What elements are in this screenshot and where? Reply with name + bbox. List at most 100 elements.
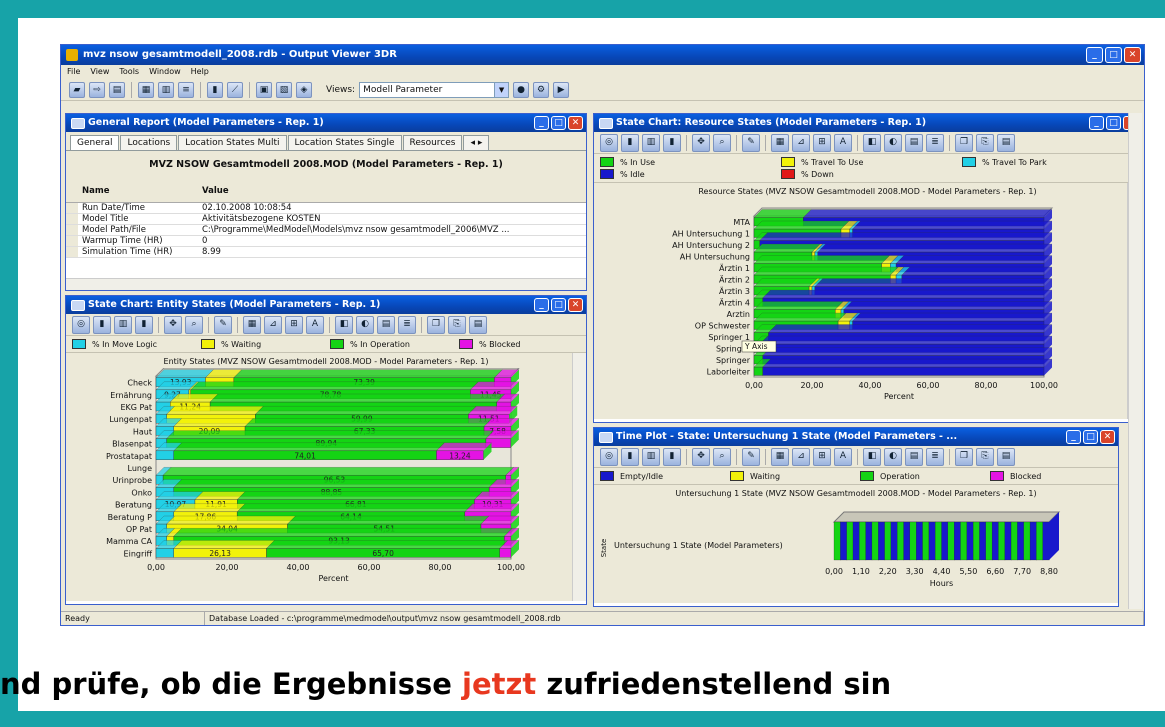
3d-icon[interactable]: ◧	[863, 447, 881, 466]
menu-help[interactable]: Help	[191, 65, 209, 79]
minimize-button[interactable]: _	[1066, 430, 1081, 444]
resource-states-title-bar[interactable]: State Chart: Resource States (Model Para…	[594, 114, 1141, 132]
text-icon[interactable]: A	[834, 133, 852, 152]
export-icon[interactable]: ⎘	[976, 133, 994, 152]
views-select[interactable]: Modell Parameter ▼	[359, 81, 510, 98]
import-icon[interactable]: ⇨	[89, 81, 105, 98]
horizontal-scrollbar[interactable]	[66, 278, 586, 290]
time-plot-title-bar[interactable]: Time Plot - State: Untersuchung 1 State …	[594, 428, 1118, 446]
report-icon[interactable]: ▧	[276, 81, 292, 98]
binoculars-icon[interactable]: ◎	[72, 315, 90, 334]
colors-icon[interactable]: ▮	[621, 447, 639, 466]
maximize-button[interactable]: □	[551, 116, 566, 130]
series-icon[interactable]: ≣	[926, 447, 944, 466]
close-button[interactable]: ✕	[1124, 47, 1141, 63]
menu-tools[interactable]: Tools	[119, 65, 139, 79]
bars-icon[interactable]: ▮	[663, 447, 681, 466]
line-chart-icon[interactable]: ⟋	[227, 81, 243, 98]
entity-states-chart[interactable]: 13,9373,39Check9,2778,7811,45Ernährung11…	[66, 367, 571, 596]
colors-icon[interactable]: ▮	[93, 315, 111, 334]
data-table-icon[interactable]: ▦	[771, 133, 789, 152]
list-icon[interactable]: ≡	[178, 81, 194, 98]
data-table-icon[interactable]: ▦	[771, 447, 789, 466]
zoom-icon[interactable]: ⌕	[185, 315, 203, 334]
maximize-button[interactable]: □	[1105, 47, 1122, 63]
axis-icon[interactable]: ⊿	[792, 447, 810, 466]
paint-icon[interactable]: ✎	[742, 133, 760, 152]
general-report-title-bar[interactable]: General Report (Model Parameters - Rep. …	[66, 114, 586, 132]
table-row[interactable]: Run Date/Time 02.10.2008 10:08:54	[66, 202, 586, 214]
binoculars-icon[interactable]: ◎	[600, 133, 618, 152]
table-row[interactable]: Model Title Aktivitätsbezogene KOSTEN	[66, 213, 586, 225]
menu-window[interactable]: Window	[149, 65, 181, 79]
tab-general[interactable]: General	[70, 135, 120, 150]
copy-icon[interactable]: ❐	[427, 315, 445, 334]
tab-location-states-single[interactable]: Location States Single	[287, 135, 402, 150]
maximize-button[interactable]: □	[1083, 430, 1098, 444]
minimize-button[interactable]: _	[1089, 116, 1104, 130]
vertical-scrollbar[interactable]	[572, 353, 586, 601]
3d-icon[interactable]: ◧	[863, 133, 881, 152]
chevron-down-icon[interactable]: ▼	[494, 82, 509, 97]
zoom-icon[interactable]: ⌕	[713, 447, 731, 466]
paint-icon[interactable]: ✎	[214, 315, 232, 334]
data-table-icon[interactable]: ▦	[243, 315, 261, 334]
table-row[interactable]: Model Path/File C:\Programme\MedModel\Mod…	[66, 224, 586, 236]
print-icon[interactable]: ▤	[997, 447, 1015, 466]
series-icon[interactable]: ≣	[398, 315, 416, 334]
move-icon[interactable]: ✥	[692, 133, 710, 152]
grid-icon[interactable]: ▣	[256, 81, 272, 98]
bars-icon[interactable]: ▮	[663, 133, 681, 152]
bars-icon[interactable]: ▮	[135, 315, 153, 334]
settings-icon[interactable]: ⚙	[533, 81, 550, 98]
print-icon[interactable]: ▤	[997, 133, 1015, 152]
legend-icon[interactable]: ▤	[905, 133, 923, 152]
table-row[interactable]: Simulation Time (HR) 8.99	[66, 246, 586, 258]
export-icon[interactable]: ⎘	[448, 315, 466, 334]
legend-icon[interactable]: ▤	[377, 315, 395, 334]
entity-states-title-bar[interactable]: State Chart: Entity States (Model Parame…	[66, 296, 586, 314]
copy-icon[interactable]: ❐	[955, 133, 973, 152]
export-icon[interactable]: ⎘	[976, 447, 994, 466]
menu-file[interactable]: File	[67, 65, 80, 79]
close-button[interactable]: ✕	[568, 298, 583, 312]
menu-view[interactable]: View	[90, 65, 109, 79]
table-icon[interactable]: ▦	[138, 81, 154, 98]
text-icon[interactable]: A	[834, 447, 852, 466]
open-folder-icon[interactable]: ▰	[69, 81, 85, 98]
axis-icon[interactable]: ⊿	[264, 315, 282, 334]
column-chart-icon[interactable]: ▮	[207, 81, 223, 98]
scale-icon[interactable]: ⊞	[813, 447, 831, 466]
edit-chart-icon[interactable]: ▥	[642, 447, 660, 466]
eraser-icon[interactable]: ◈	[296, 81, 312, 98]
copy-icon[interactable]: ❐	[955, 447, 973, 466]
minimize-button[interactable]: _	[1086, 47, 1103, 63]
close-button[interactable]: ✕	[1100, 430, 1115, 444]
maximize-button[interactable]: □	[1106, 116, 1121, 130]
print-icon[interactable]: ▤	[109, 81, 125, 98]
rotate-icon[interactable]: ◐	[884, 133, 902, 152]
minimize-button[interactable]: _	[534, 298, 549, 312]
edit-chart-icon[interactable]: ▥	[642, 133, 660, 152]
close-button[interactable]: ✕	[568, 116, 583, 130]
time-plot-chart[interactable]: Untersuchung 1 State (Model Parameters) S…	[594, 500, 1114, 600]
move-icon[interactable]: ✥	[692, 447, 710, 466]
edit-chart-icon[interactable]: ▥	[114, 315, 132, 334]
axis-icon[interactable]: ⊿	[792, 133, 810, 152]
legend-icon[interactable]: ▤	[905, 447, 923, 466]
maximize-button[interactable]: □	[551, 298, 566, 312]
scale-icon[interactable]: ⊞	[813, 133, 831, 152]
colors-icon[interactable]: ▮	[621, 133, 639, 152]
3d-icon[interactable]: ◧	[335, 315, 353, 334]
bar-chart-icon[interactable]: ▥	[158, 81, 174, 98]
zoom-icon[interactable]: ⌕	[713, 133, 731, 152]
run-icon[interactable]: ▶	[553, 81, 570, 98]
minimize-button[interactable]: _	[534, 116, 549, 130]
table-row[interactable]: Warmup Time (HR) 0	[66, 235, 586, 247]
tab-scroll-arrows[interactable]: ◂ ▸	[463, 135, 490, 150]
print-icon[interactable]: ▤	[469, 315, 487, 334]
binoculars-icon[interactable]: ◎	[600, 447, 618, 466]
resource-states-chart[interactable]: MTA AH Untersuchung 1 AH Untersuchung 2 AH …	[594, 198, 1114, 414]
text-icon[interactable]: A	[306, 315, 324, 334]
tab-resources[interactable]: Resources	[402, 135, 463, 150]
